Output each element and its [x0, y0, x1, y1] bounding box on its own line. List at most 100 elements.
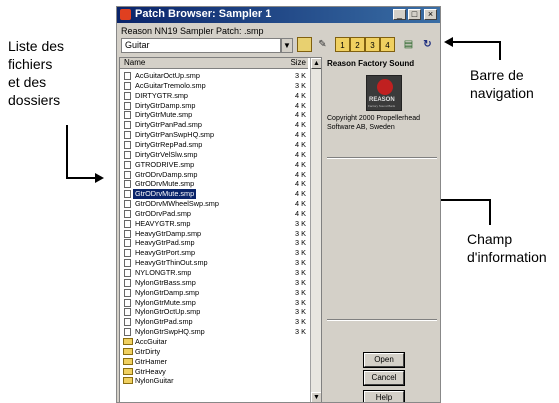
list-item[interactable]: NylonGtrDamp.smp 3 K: [120, 288, 308, 298]
file-size: 4 K: [295, 189, 306, 199]
folder-select[interactable]: Guitar: [121, 38, 281, 53]
reason-logo: REASON Factory Sound Bank: [366, 75, 402, 111]
folder-up-icon[interactable]: [297, 37, 312, 52]
folder-item[interactable]: AccGuitar: [120, 337, 308, 347]
list-item[interactable]: NylonGtrBass.smp 3 K: [120, 278, 308, 288]
list-item[interactable]: HEAVYGTR.smp 3 K: [120, 219, 308, 229]
file-icon: [124, 209, 131, 218]
list-item[interactable]: DirtyGtrPanPad.smp 4 K: [120, 120, 308, 130]
list-item[interactable]: NylonGtrMute.smp 3 K: [120, 298, 308, 308]
folder-item[interactable]: NylonGuitar: [120, 376, 308, 386]
file-name: NylonGtrDamp.smp: [135, 287, 200, 297]
list-item[interactable]: AcGuitarTremolo.smp 3 K: [120, 81, 308, 91]
list-item[interactable]: HeavyGtrDamp.smp 3 K: [120, 229, 308, 239]
disk-3-icon[interactable]: 3: [365, 37, 380, 52]
list-item[interactable]: NylonGtrPad.smp 3 K: [120, 317, 308, 327]
chevron-down-icon[interactable]: ▼: [281, 38, 293, 53]
new-folder-icon[interactable]: ✎: [315, 37, 330, 52]
file-icon: [124, 249, 131, 258]
arrow-to-list: [66, 125, 96, 179]
file-name: HeavyGtrThinOut.smp: [135, 258, 208, 268]
scroll-up-icon[interactable]: ▲: [311, 58, 321, 69]
file-name: NylonGtrMute.smp: [135, 297, 196, 307]
file-size: 4 K: [295, 100, 306, 110]
list-header: Name Size: [120, 58, 308, 69]
refresh-icon[interactable]: ↻: [420, 37, 435, 52]
file-icon: [124, 170, 131, 179]
column-name[interactable]: Name: [124, 58, 145, 67]
file-size: 3 K: [295, 258, 306, 268]
list-item[interactable]: GtrODrvMute.smp 4 K: [120, 189, 308, 199]
folder-icon: [123, 347, 133, 355]
file-name: GtrODrvPad.smp: [135, 208, 191, 218]
list-item[interactable]: HeavyGtrPort.smp 3 K: [120, 248, 308, 258]
folder-name: GtrHamer: [135, 356, 168, 366]
folder-item[interactable]: GtrHeavy: [120, 367, 308, 377]
file-name: NylonGtrSwpHQ.smp: [135, 327, 205, 337]
folder-item[interactable]: GtrHamer: [120, 357, 308, 367]
info-panel: Reason Factory Sound REASON Factory Soun…: [324, 57, 440, 402]
file-name: GTRODRIVE.smp: [135, 159, 195, 169]
file-size: 4 K: [295, 179, 306, 189]
file-icon: [124, 180, 131, 189]
file-name: NYLONGTR.smp: [135, 268, 192, 277]
minimize-button[interactable]: _: [393, 9, 406, 20]
file-size: 3 K: [295, 277, 306, 287]
folder-icon: [123, 337, 133, 345]
list-item[interactable]: DirtyGtrVelSlw.smp 4 K: [120, 150, 308, 160]
list-item[interactable]: DirtyGtrMute.smp 4 K: [120, 110, 308, 120]
disk-4-icon[interactable]: 4: [380, 37, 395, 52]
list-item[interactable]: AcGuitarOctUp.smp 3 K: [120, 71, 308, 81]
divider: [327, 157, 437, 159]
disk-2-icon[interactable]: 2: [350, 37, 365, 52]
browse-icon[interactable]: ▤: [401, 37, 416, 52]
list-item[interactable]: DirtyGtrPanSwpHQ.smp 4 K: [120, 130, 308, 140]
help-button[interactable]: Help: [363, 390, 405, 402]
list-item[interactable]: NYLONGTR.smp 3 K: [120, 268, 308, 278]
open-button[interactable]: Open: [363, 352, 405, 368]
cancel-button[interactable]: Cancel: [363, 370, 405, 386]
list-item[interactable]: GtrODrvPad.smp 4 K: [120, 209, 308, 219]
file-size: 3 K: [295, 228, 306, 238]
list-item[interactable]: GTRODRIVE.smp 4 K: [120, 160, 308, 170]
file-name: HeavyGtrPort.smp: [135, 248, 196, 258]
disk-1-icon[interactable]: 1: [335, 37, 350, 52]
folder-name: NylonGuitar: [135, 376, 174, 386]
folder-item[interactable]: GtrDirty: [120, 347, 308, 357]
scroll-down-icon[interactable]: ▼: [311, 392, 321, 402]
close-button[interactable]: ×: [424, 9, 437, 20]
column-size[interactable]: Size: [290, 58, 306, 67]
file-icon: [124, 259, 131, 268]
list-item[interactable]: DIRTYGTR.smp 4 K: [120, 91, 308, 101]
file-size: 4 K: [295, 90, 306, 100]
file-name: DirtyGtrMute.smp: [135, 110, 193, 120]
logo-mark: [377, 79, 393, 95]
logo-subtext: Factory Sound Bank: [368, 104, 396, 108]
list-item[interactable]: NylonGtrSwpHQ.smp 3 K: [120, 327, 308, 337]
list-item[interactable]: NylonGtrOctUp.smp 3 K: [120, 307, 308, 317]
file-name: GtrODrvMute.smp: [135, 179, 195, 189]
list-item[interactable]: HeavyGtrThinOut.smp 3 K: [120, 258, 308, 268]
list-item[interactable]: DirtyGtrRepPad.smp 4 K: [120, 140, 308, 150]
file-name: HEAVYGTR.smp: [135, 218, 191, 228]
list-item[interactable]: GtrODrvMute.smp 4 K: [120, 179, 308, 189]
vertical-scrollbar[interactable]: ▲ ▼: [310, 58, 321, 402]
list-item[interactable]: HeavyGtrPad.smp 3 K: [120, 238, 308, 248]
file-name: DirtyGtrPanPad.smp: [135, 120, 202, 130]
file-size: 4 K: [295, 159, 306, 169]
file-size: 3 K: [295, 80, 306, 90]
folder-name: AccGuitar: [135, 336, 168, 346]
title-bar[interactable]: Patch Browser: Sampler 1 _ □ ×: [117, 7, 440, 23]
file-icon: [124, 288, 131, 297]
list-item[interactable]: GtrODrvMWheelSwp.smp 4 K: [120, 199, 308, 209]
list-item[interactable]: DirtyGtrDamp.smp 4 K: [120, 101, 308, 111]
maximize-button[interactable]: □: [408, 9, 421, 20]
file-list[interactable]: Name Size AcGuitarOctUp.smp 3 K AcGuitarTr…: [119, 57, 322, 402]
file-icon: [124, 318, 131, 327]
folder-icon: [123, 367, 133, 375]
file-icon: [124, 219, 131, 228]
list-item[interactable]: GtrODrvDamp.smp 4 K: [120, 170, 308, 180]
file-icon: [124, 91, 131, 100]
file-icon: [124, 308, 131, 317]
folder-name: GtrHeavy: [135, 366, 166, 376]
